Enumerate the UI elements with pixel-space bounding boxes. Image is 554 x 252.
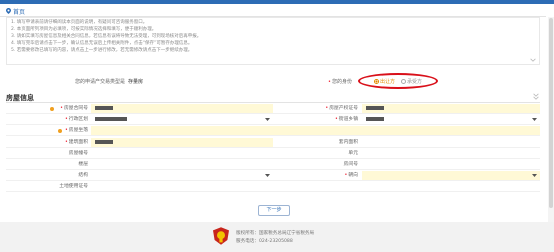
instruction-line: 3. 请如实填写房屋信息及相关合同信息，若信息有误将导致无法受理，可到现场核对后…	[11, 34, 202, 39]
chevron-down-icon[interactable]	[533, 96, 539, 100]
property-cert-input[interactable]	[362, 104, 540, 113]
radio-transferee[interactable]: 承受方	[401, 78, 422, 85]
structure-select[interactable]	[91, 171, 273, 180]
building-no-label: 房屋幢号	[68, 151, 88, 156]
suite-area-input[interactable]	[362, 138, 540, 147]
masked-value	[366, 105, 384, 110]
suite-area-label: 套内面积	[338, 140, 358, 145]
breadcrumb-home[interactable]: 首页	[13, 7, 25, 16]
trade-type-label: 您的申请产交易类型是	[74, 78, 125, 85]
property-cert-label: •房屋产权证号	[325, 106, 358, 111]
party-label: •您的身份	[328, 78, 352, 85]
masked-value	[95, 116, 127, 121]
chevron-down-icon[interactable]	[530, 58, 536, 62]
location-pin-icon	[6, 8, 11, 14]
section-header-house[interactable]: 房屋信息	[6, 93, 540, 103]
unit-input[interactable]	[362, 149, 540, 158]
party-radio-group: 出让方 承受方	[358, 73, 438, 89]
caret-down-icon	[532, 174, 537, 177]
orientation-label: •朝向	[344, 173, 358, 178]
footer-copyright: 版权所有：国家税务总局辽宁省税务局	[236, 231, 315, 236]
build-area-input[interactable]	[91, 138, 273, 147]
form-row: 楼层 房间号	[6, 160, 540, 170]
breadcrumb[interactable]: 首页	[6, 7, 25, 16]
room-no-label: 房间号	[343, 162, 358, 167]
trade-role-row: 您的申请产交易类型是 存量房 •您的身份 出让方 承受方	[6, 73, 540, 89]
contract-no-label: •房屋合同号	[60, 106, 88, 111]
building-no-input[interactable]	[91, 149, 273, 158]
address-label: •房屋坐落	[64, 128, 88, 133]
tax-emblem-icon	[213, 227, 229, 245]
section-title: 房屋信息	[6, 93, 34, 102]
form-row: •房屋合同号 •房屋产权证号	[6, 104, 540, 114]
district-label: •行政区划	[64, 117, 88, 122]
contract-no-input[interactable]	[91, 104, 273, 113]
form-row: 土地使用证号	[6, 182, 540, 192]
radio-selected-icon	[373, 78, 379, 84]
top-bar	[0, 0, 554, 4]
instruction-line: 5. 若需要修改已填写的内容，请点击上一步进行修改，若无需修改请点击下一步继续办…	[11, 48, 193, 53]
form-row: •建筑面积 套内面积	[6, 138, 540, 148]
radio-transferor[interactable]: 出让方	[373, 78, 395, 85]
street-label: •街道乡镇	[334, 117, 358, 122]
unit-label: 单元	[348, 151, 358, 156]
land-use-input[interactable]	[91, 182, 273, 191]
land-use-label: 土地使用证号	[59, 184, 88, 189]
footer-hotline: 服务电话：024-23205088	[236, 239, 293, 244]
structure-label: 结构	[78, 173, 88, 178]
footer: 版权所有：国家税务总局辽宁省税务局 服务电话：024-23205088	[0, 222, 554, 252]
scrollbar-thumb[interactable]	[549, 18, 553, 208]
instruction-line: 2. 本页面所列项目为必填项，可按实际情况选择和填写，便于顺利办理。	[11, 27, 157, 32]
caret-down-icon	[532, 118, 537, 121]
form-row: •房屋坐落	[6, 126, 540, 136]
masked-value	[366, 116, 384, 121]
masked-value	[95, 105, 113, 110]
build-area-label: •建筑面积	[64, 140, 88, 145]
trade-type-value: 存量房	[128, 78, 144, 85]
form-row: 结构 •朝向	[6, 171, 540, 181]
masked-value	[95, 139, 113, 144]
form-row: 房屋幢号 单元	[6, 149, 540, 159]
instruction-line: 4. 填写完毕后请点击下一步，确认信息无误后上传相关附件，点击“保存”可暂存办理…	[11, 41, 193, 46]
floor-input[interactable]	[91, 160, 273, 169]
district-select[interactable]	[91, 115, 273, 124]
floor-label: 楼层	[78, 162, 88, 167]
radio-unselected-icon	[401, 78, 406, 84]
street-select[interactable]	[362, 115, 540, 124]
instructions-panel: 1. 填写申请表前请仔细阅读本页面的说明，有疑问可咨询服务窗口。 2. 本页面所…	[6, 17, 540, 65]
room-no-input[interactable]	[362, 160, 540, 169]
orientation-select[interactable]	[362, 171, 540, 180]
instruction-line: 1. 填写申请表前请仔细阅读本页面的说明，有疑问可咨询服务窗口。	[11, 20, 148, 25]
form-row: •行政区划 •街道乡镇	[6, 115, 540, 125]
next-step-button[interactable]: 下一步	[258, 205, 290, 216]
caret-down-icon	[265, 174, 270, 177]
caret-down-icon	[265, 118, 270, 121]
address-input[interactable]	[91, 126, 540, 135]
